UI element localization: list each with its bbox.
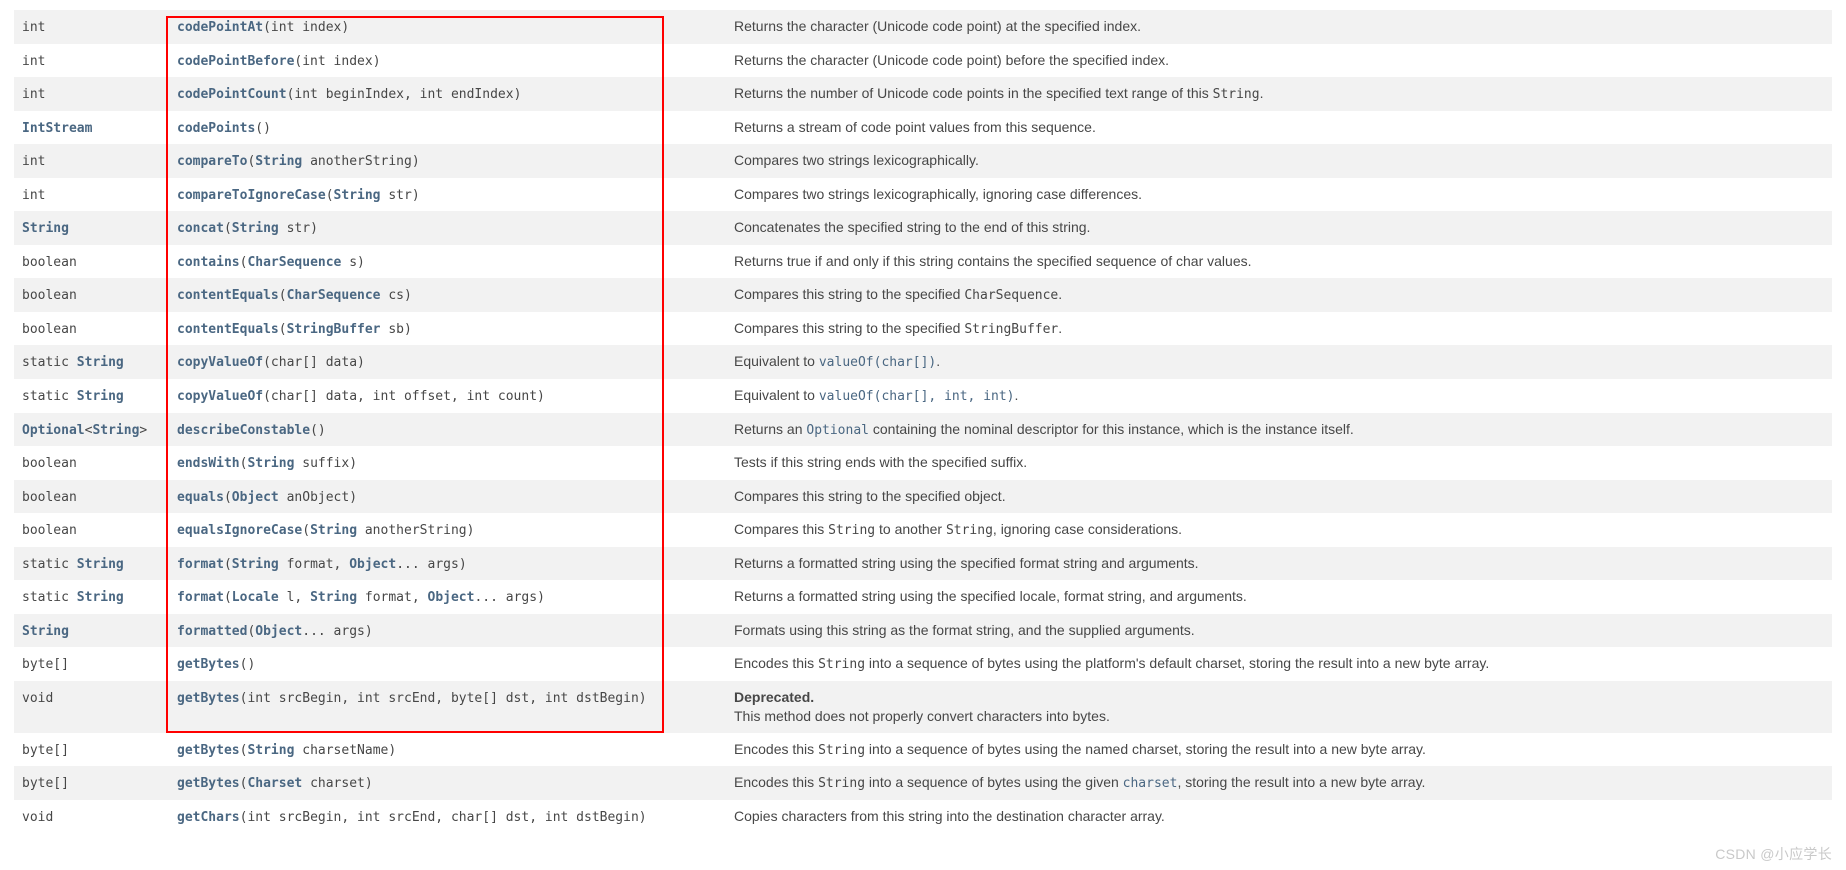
table-row: booleancontentEquals(StringBuffer sb)Com… — [14, 312, 1832, 346]
method-cell[interactable]: getBytes(int srcBegin, int srcEnd, byte[… — [169, 681, 726, 733]
return-type-cell: String — [14, 211, 169, 245]
description-cell: Returns the character (Unicode code poin… — [726, 44, 1832, 78]
method-cell[interactable]: formatted(Object... args) — [169, 614, 726, 648]
description-cell: Encodes this String into a sequence of b… — [726, 733, 1832, 767]
table-row: intcodePointCount(int beginIndex, int en… — [14, 77, 1832, 111]
method-cell[interactable]: getBytes(String charsetName) — [169, 733, 726, 767]
watermark-label: CSDN @小应学长 — [1715, 844, 1832, 864]
description-cell: Returns a formatted string using the spe… — [726, 580, 1832, 614]
return-type-cell: boolean — [14, 513, 169, 547]
table-row: booleanendsWith(String suffix)Tests if t… — [14, 446, 1832, 480]
method-cell[interactable]: copyValueOf(char[] data) — [169, 345, 726, 379]
method-cell[interactable]: contains(CharSequence s) — [169, 245, 726, 279]
table-row: static StringcopyValueOf(char[] data, in… — [14, 379, 1832, 413]
description-cell: Encodes this String into a sequence of b… — [726, 647, 1832, 681]
method-cell[interactable]: compareToIgnoreCase(String str) — [169, 178, 726, 212]
return-type-cell: byte[] — [14, 733, 169, 767]
description-cell: Encodes this String into a sequence of b… — [726, 766, 1832, 800]
method-cell[interactable]: contentEquals(CharSequence cs) — [169, 278, 726, 312]
table-row: byte[]getBytes(String charsetName)Encode… — [14, 733, 1832, 767]
method-cell[interactable]: codePointCount(int beginIndex, int endIn… — [169, 77, 726, 111]
method-cell[interactable]: codePointBefore(int index) — [169, 44, 726, 78]
return-type-cell: static String — [14, 345, 169, 379]
table-row: voidgetBytes(int srcBegin, int srcEnd, b… — [14, 681, 1832, 733]
return-type-cell: static String — [14, 547, 169, 581]
table-row: IntStreamcodePoints()Returns a stream of… — [14, 111, 1832, 145]
table-row: booleancontentEquals(CharSequence cs)Com… — [14, 278, 1832, 312]
method-cell[interactable]: compareTo(String anotherString) — [169, 144, 726, 178]
return-type-cell: int — [14, 178, 169, 212]
method-cell[interactable]: equals(Object anObject) — [169, 480, 726, 514]
description-cell: Compares two strings lexicographically, … — [726, 178, 1832, 212]
table-row: static Stringformat(String format, Objec… — [14, 547, 1832, 581]
method-cell[interactable]: contentEquals(StringBuffer sb) — [169, 312, 726, 346]
description-cell: Compares two strings lexicographically. — [726, 144, 1832, 178]
return-type-cell: int — [14, 144, 169, 178]
table-row: intcodePointAt(int index)Returns the cha… — [14, 10, 1832, 44]
description-cell: Deprecated.This method does not properly… — [726, 681, 1832, 733]
method-cell[interactable]: copyValueOf(char[] data, int offset, int… — [169, 379, 726, 413]
return-type-cell: void — [14, 681, 169, 733]
description-cell: Tests if this string ends with the speci… — [726, 446, 1832, 480]
method-cell[interactable]: concat(String str) — [169, 211, 726, 245]
method-cell[interactable]: format(Locale l, String format, Object..… — [169, 580, 726, 614]
method-cell[interactable]: getBytes() — [169, 647, 726, 681]
table-row: static Stringformat(Locale l, String for… — [14, 580, 1832, 614]
return-type-cell: boolean — [14, 245, 169, 279]
table-row: booleancontains(CharSequence s)Returns t… — [14, 245, 1832, 279]
return-type-cell: IntStream — [14, 111, 169, 145]
table-row: booleanequalsIgnoreCase(String anotherSt… — [14, 513, 1832, 547]
return-type-cell: boolean — [14, 446, 169, 480]
method-cell[interactable]: endsWith(String suffix) — [169, 446, 726, 480]
table-row: Stringformatted(Object... args)Formats u… — [14, 614, 1832, 648]
method-cell[interactable]: codePointAt(int index) — [169, 10, 726, 44]
table-row: booleanequals(Object anObject)Compares t… — [14, 480, 1832, 514]
description-cell: Equivalent to valueOf(char[], int, int). — [726, 379, 1832, 413]
table-row: byte[]getBytes()Encodes this String into… — [14, 647, 1832, 681]
table-row: Stringconcat(String str)Concatenates the… — [14, 211, 1832, 245]
description-cell: Equivalent to valueOf(char[]). — [726, 345, 1832, 379]
description-cell: Returns the character (Unicode code poin… — [726, 10, 1832, 44]
return-type-cell: void — [14, 800, 169, 834]
table-row: static StringcopyValueOf(char[] data)Equ… — [14, 345, 1832, 379]
table-row: Optional<String>describeConstable()Retur… — [14, 413, 1832, 447]
return-type-cell: byte[] — [14, 766, 169, 800]
method-cell[interactable]: getChars(int srcBegin, int srcEnd, char[… — [169, 800, 726, 834]
return-type-cell: boolean — [14, 278, 169, 312]
description-cell: Compares this string to the specified Ch… — [726, 278, 1832, 312]
return-type-cell: byte[] — [14, 647, 169, 681]
method-summary-table: intcodePointAt(int index)Returns the cha… — [14, 10, 1832, 833]
return-type-cell: int — [14, 77, 169, 111]
description-cell: Returns a stream of code point values fr… — [726, 111, 1832, 145]
description-cell: Compares this string to the specified ob… — [726, 480, 1832, 514]
return-type-cell: String — [14, 614, 169, 648]
return-type-cell: static String — [14, 379, 169, 413]
method-cell[interactable]: codePoints() — [169, 111, 726, 145]
table-row: intcodePointBefore(int index)Returns the… — [14, 44, 1832, 78]
method-cell[interactable]: describeConstable() — [169, 413, 726, 447]
method-cell[interactable]: equalsIgnoreCase(String anotherString) — [169, 513, 726, 547]
method-cell[interactable]: getBytes(Charset charset) — [169, 766, 726, 800]
method-cell[interactable]: format(String format, Object... args) — [169, 547, 726, 581]
table-row: byte[]getBytes(Charset charset)Encodes t… — [14, 766, 1832, 800]
description-cell: Formats using this string as the format … — [726, 614, 1832, 648]
description-cell: Returns true if and only if this string … — [726, 245, 1832, 279]
table-row: intcompareToIgnoreCase(String str)Compar… — [14, 178, 1832, 212]
description-cell: Compares this String to another String, … — [726, 513, 1832, 547]
description-cell: Returns a formatted string using the spe… — [726, 547, 1832, 581]
description-cell: Concatenates the specified string to the… — [726, 211, 1832, 245]
description-cell: Compares this string to the specified St… — [726, 312, 1832, 346]
table-row: intcompareTo(String anotherString)Compar… — [14, 144, 1832, 178]
table-row: voidgetChars(int srcBegin, int srcEnd, c… — [14, 800, 1832, 834]
method-summary-content: intcodePointAt(int index)Returns the cha… — [0, 0, 1846, 833]
return-type-cell: int — [14, 10, 169, 44]
description-cell: Returns an Optional containing the nomin… — [726, 413, 1832, 447]
description-cell: Returns the number of Unicode code point… — [726, 77, 1832, 111]
return-type-cell: Optional<String> — [14, 413, 169, 447]
return-type-cell: static String — [14, 580, 169, 614]
return-type-cell: int — [14, 44, 169, 78]
description-cell: Copies characters from this string into … — [726, 800, 1832, 834]
return-type-cell: boolean — [14, 480, 169, 514]
return-type-cell: boolean — [14, 312, 169, 346]
